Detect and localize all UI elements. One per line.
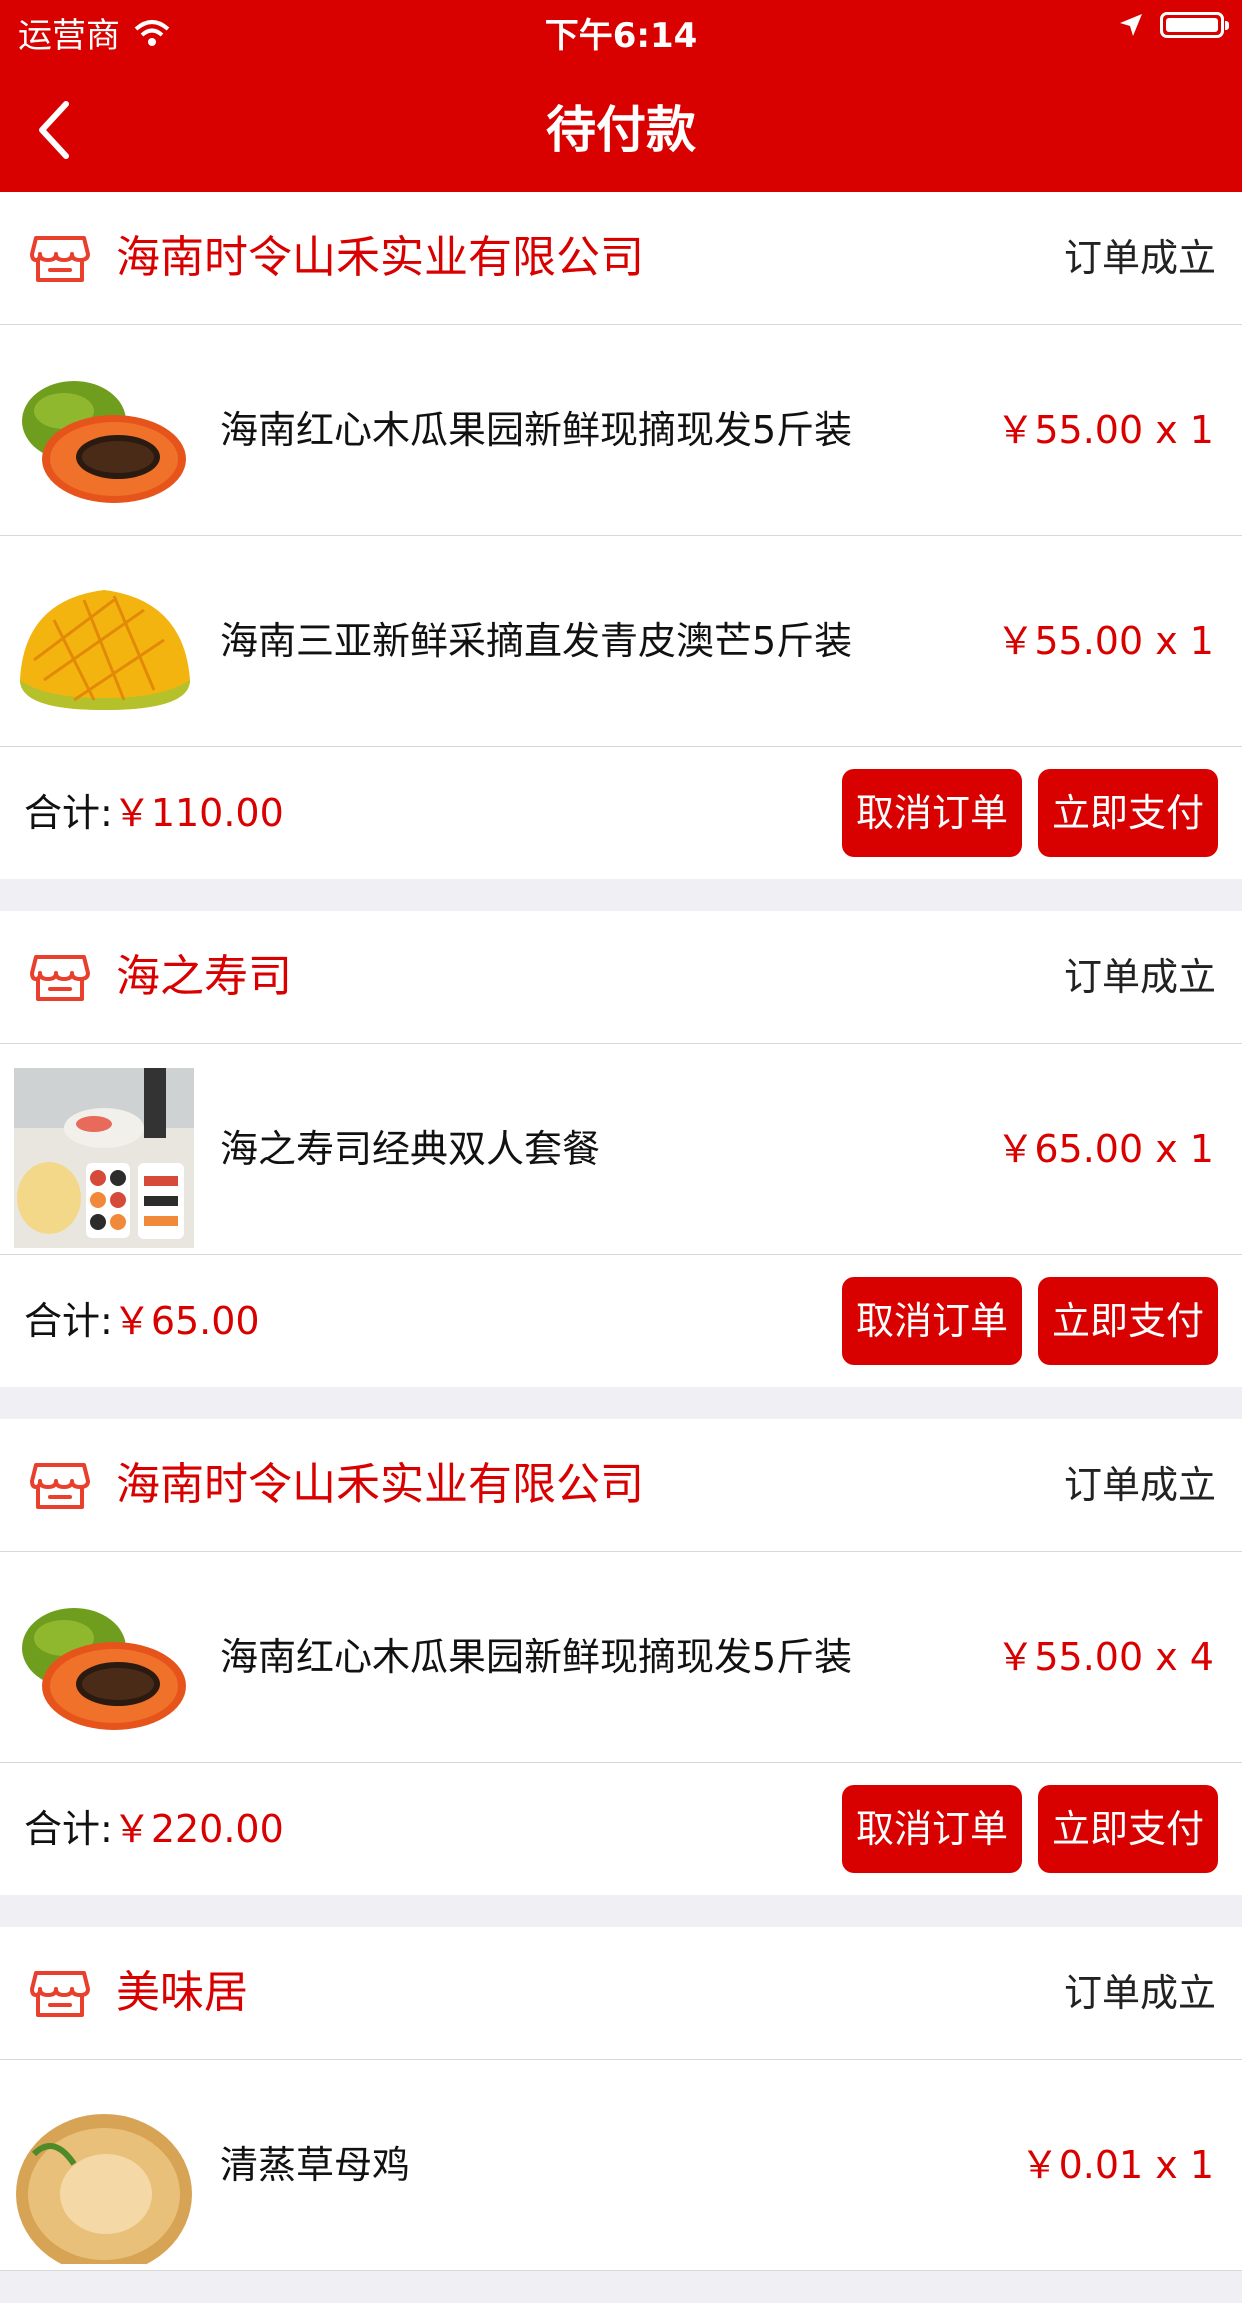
papaya-image (14, 1576, 194, 1756)
top-bar: 运营商 下午6:14 待付款 (0, 0, 1242, 192)
total-caption: 合计: (24, 791, 113, 835)
order-item[interactable]: 海南红心木瓜果园新鲜现摘现发5斤装 ￥55.00 x 4 (0, 1552, 1242, 1763)
store-header: 海南时令山禾实业有限公司 订单成立 (0, 192, 1242, 325)
store-name[interactable]: 海南时令山禾实业有限公司 (116, 1419, 644, 1551)
store-icon (30, 236, 90, 282)
order-status: 订单成立 (1063, 236, 1216, 280)
order-status: 订单成立 (1063, 1971, 1216, 2015)
total-label: 合计:￥65.00 (24, 1255, 260, 1387)
total-amount: ￥65.00 (112, 1299, 260, 1343)
item-name: 清蒸草母鸡 (220, 2143, 411, 2187)
location-arrow-icon (1120, 14, 1142, 36)
store-icon (30, 955, 90, 1001)
total-label: 合计:￥220.00 (24, 1763, 284, 1895)
item-price: ￥55.00 x 1 (996, 619, 1214, 663)
store-icon (30, 1463, 90, 1509)
order-card: 海南时令山禾实业有限公司 订单成立 海南红心木瓜果园新鲜现摘现发5斤装 ￥55.… (0, 192, 1242, 879)
order-status: 订单成立 (1063, 955, 1216, 999)
pay-now-button[interactable]: 立即支付 (1038, 1785, 1218, 1873)
item-name: 海之寿司经典双人套餐 (220, 1127, 601, 1171)
mango-image (14, 560, 194, 740)
battery-icon (1160, 12, 1229, 38)
status-bar-right (1118, 12, 1229, 38)
pay-now-button[interactable]: 立即支付 (1038, 769, 1218, 857)
item-name: 海南红心木瓜果园新鲜现摘现发5斤装 (220, 408, 853, 452)
order-footer: 合计:￥220.00 取消订单 立即支付 (0, 1763, 1242, 1895)
chicken-image (14, 2084, 194, 2264)
store-name[interactable]: 美味居 (116, 1927, 248, 2059)
item-price: ￥0.01 x 1 (1020, 2143, 1214, 2187)
order-item[interactable]: 海之寿司经典双人套餐 ￥65.00 x 1 (0, 1044, 1242, 1255)
papaya-image (14, 349, 194, 529)
store-header: 海之寿司 订单成立 (0, 911, 1242, 1044)
order-list: 海南时令山禾实业有限公司 订单成立 海南红心木瓜果园新鲜现摘现发5斤装 ￥55.… (0, 192, 1242, 2303)
total-amount: ￥220.00 (112, 1807, 284, 1851)
order-card: 海之寿司 订单成立 海之寿司经典双人套餐 ￥65.00 x 1 合计:￥65.0… (0, 911, 1242, 1387)
order-item[interactable]: 清蒸草母鸡 ￥0.01 x 1 (0, 2060, 1242, 2271)
store-name[interactable]: 海南时令山禾实业有限公司 (116, 192, 644, 324)
status-time: 下午6:14 (544, 16, 698, 56)
store-header: 美味居 订单成立 (0, 1927, 1242, 2060)
item-name: 海南三亚新鲜采摘直发青皮澳芒5斤装 (220, 619, 853, 663)
order-card: 海南时令山禾实业有限公司 订单成立 海南红心木瓜果园新鲜现摘现发5斤装 ￥55.… (0, 1419, 1242, 1895)
item-price: ￥65.00 x 1 (996, 1127, 1214, 1171)
order-footer: 合计:￥110.00 取消订单 立即支付 (0, 747, 1242, 879)
order-status: 订单成立 (1063, 1463, 1216, 1507)
total-caption: 合计: (24, 1807, 113, 1851)
store-name[interactable]: 海之寿司 (116, 911, 292, 1043)
page-title: 待付款 (546, 101, 696, 159)
sushi-image (14, 1068, 194, 1248)
total-label: 合计:￥110.00 (24, 747, 284, 879)
order-item[interactable]: 海南红心木瓜果园新鲜现摘现发5斤装 ￥55.00 x 1 (0, 325, 1242, 536)
total-caption: 合计: (24, 1299, 113, 1343)
cancel-order-button[interactable]: 取消订单 (842, 1277, 1022, 1365)
store-icon (30, 1971, 90, 2017)
item-name: 海南红心木瓜果园新鲜现摘现发5斤装 (220, 1635, 853, 1679)
cancel-order-button[interactable]: 取消订单 (842, 1785, 1022, 1873)
total-amount: ￥110.00 (112, 791, 284, 835)
cancel-order-button[interactable]: 取消订单 (842, 769, 1022, 857)
item-price: ￥55.00 x 1 (996, 408, 1214, 452)
item-price: ￥55.00 x 4 (996, 1635, 1214, 1679)
pay-now-button[interactable]: 立即支付 (1038, 1277, 1218, 1365)
order-card: 美味居 订单成立 清蒸草母鸡 ￥0.01 x 1 (0, 1927, 1242, 2271)
order-footer: 合计:￥65.00 取消订单 立即支付 (0, 1255, 1242, 1387)
store-header: 海南时令山禾实业有限公司 订单成立 (0, 1419, 1242, 1552)
order-item[interactable]: 海南三亚新鲜采摘直发青皮澳芒5斤装 ￥55.00 x 1 (0, 536, 1242, 747)
